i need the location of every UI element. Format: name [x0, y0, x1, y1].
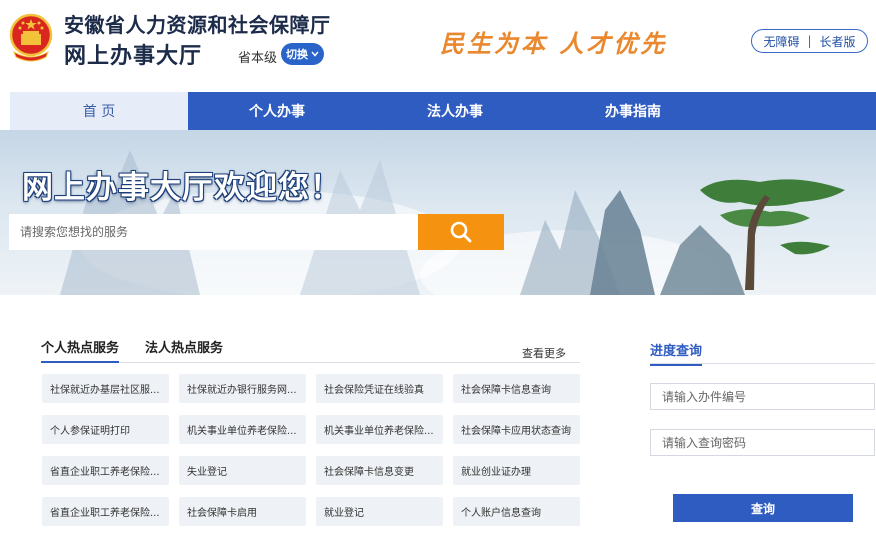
level-label: 省本级: [238, 51, 278, 66]
separator: |: [807, 34, 812, 48]
national-emblem-icon: [9, 13, 53, 62]
content-area: 个人热点服务 法人热点服务 查看更多 社保就近办基层社区服... 社保就近办银行…: [10, 295, 876, 537]
case-number-input[interactable]: [650, 383, 875, 410]
hall-name: 网上办事大厅: [64, 44, 203, 69]
service-item[interactable]: 个人参保证明打印: [42, 415, 169, 444]
site-header: 安徽省人力资源和社会保障厅 网上办事大厅 省本级 切换 民生为本 人才优先 无障…: [0, 0, 876, 92]
elder-mode-link[interactable]: 长者版: [820, 33, 856, 50]
tab-legal-hot[interactable]: 法人热点服务: [145, 337, 223, 356]
service-item[interactable]: 省直企业职工养老保险...: [42, 497, 169, 526]
chevron-down-icon: [311, 51, 319, 57]
nav-item-legal-entity[interactable]: 法人办事: [366, 92, 544, 130]
divider: [650, 363, 875, 364]
switch-label: 切换: [286, 48, 308, 61]
service-item[interactable]: 社会保障卡启用: [179, 497, 306, 526]
query-password-input[interactable]: [650, 429, 875, 456]
service-item[interactable]: 省直企业职工养老保险...: [42, 456, 169, 485]
accessibility-toggle-group: 无障碍 | 长者版: [751, 29, 868, 53]
service-item[interactable]: 社保就近办基层社区服...: [42, 374, 169, 403]
service-item[interactable]: 社会保险凭证在线验真: [316, 374, 443, 403]
banner-title: 网上办事大厅欢迎您！: [22, 170, 342, 206]
org-name: 安徽省人力资源和社会保障厅: [64, 13, 331, 37]
service-item[interactable]: 就业登记: [316, 497, 443, 526]
search-button[interactable]: [418, 214, 504, 250]
nav-item-personal[interactable]: 个人办事: [188, 92, 366, 130]
accessibility-link[interactable]: 无障碍: [763, 33, 799, 50]
mountain-landscape-image: [60, 150, 845, 295]
service-item[interactable]: 社会保障卡信息变更: [316, 456, 443, 485]
service-item[interactable]: 社会保障卡信息查询: [453, 374, 580, 403]
service-item[interactable]: 机关事业单位养老保险...: [179, 415, 306, 444]
service-item[interactable]: 社保就近办银行服务网...: [179, 374, 306, 403]
hot-services-tabs: 个人热点服务 法人热点服务 查看更多: [41, 337, 580, 363]
hero-banner: 网上办事大厅欢迎您！: [0, 130, 876, 295]
service-item[interactable]: 社会保障卡应用状态查询: [453, 415, 580, 444]
nav-item-home[interactable]: 首 页: [10, 92, 188, 130]
nav-item-guide[interactable]: 办事指南: [544, 92, 722, 130]
query-button[interactable]: 查询: [673, 494, 853, 522]
service-item[interactable]: 机关事业单位养老保险...: [316, 415, 443, 444]
slogan: 民生为本 人才优先: [440, 29, 668, 58]
view-more-link[interactable]: 查看更多: [522, 345, 566, 361]
search-input[interactable]: [9, 214, 418, 250]
switch-level-button[interactable]: 切换: [281, 43, 324, 65]
tab-personal-hot[interactable]: 个人热点服务: [41, 337, 120, 363]
service-item[interactable]: 失业登记: [179, 456, 306, 485]
search-icon: [450, 221, 472, 243]
main-nav: 首 页 个人办事 法人办事 办事指南: [10, 92, 876, 130]
hot-services-grid: 社保就近办基层社区服... 社保就近办银行服务网... 社会保险凭证在线验真 社…: [42, 374, 582, 526]
service-item[interactable]: 就业创业证办理: [453, 456, 580, 485]
service-item[interactable]: 个人账户信息查询: [453, 497, 580, 526]
